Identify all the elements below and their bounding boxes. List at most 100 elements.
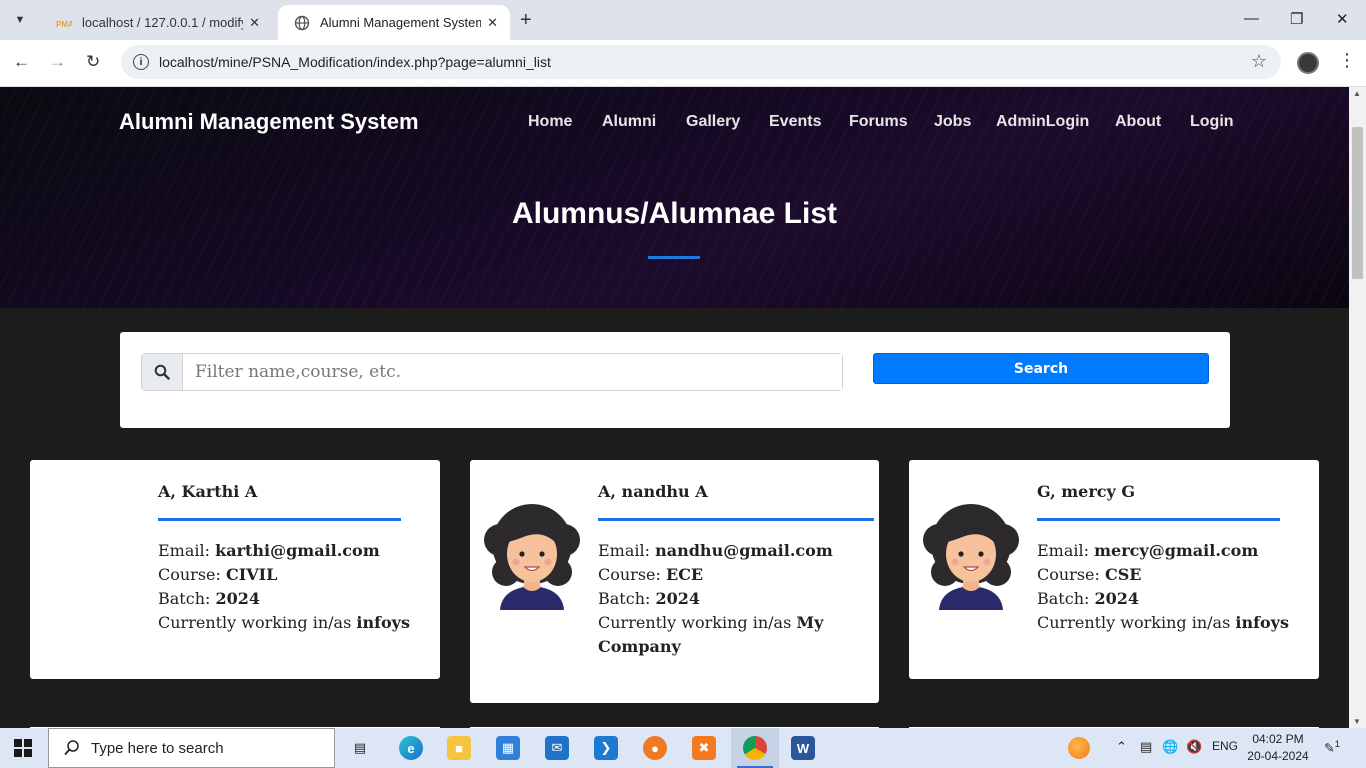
show-hidden-icons-chevron-icon[interactable]: ⌃ — [1116, 739, 1127, 755]
back-arrow-icon[interactable]: ← — [13, 52, 30, 72]
menu-forums[interactable]: Forums — [849, 113, 908, 131]
course-label: Course: — [598, 565, 661, 584]
svg-text:PMA: PMA — [56, 20, 72, 29]
word-icon[interactable]: W — [791, 736, 815, 760]
alumni-email: mercy@gmail.com — [1094, 541, 1259, 560]
windows-start-icon[interactable] — [14, 739, 32, 757]
microsoft-store-icon[interactable]: ▦ — [496, 736, 520, 760]
alumni-details: Email: mercy@gmail.com Course: CSE Batch… — [1037, 539, 1299, 635]
title-divider — [648, 256, 700, 259]
scrollbar-thumb[interactable] — [1352, 127, 1363, 279]
address-bar[interactable]: i localhost/mine/PSNA_Modification/index… — [121, 45, 1281, 79]
browser-menu-icon[interactable]: ⋮ — [1338, 50, 1356, 71]
alumni-email: nandhu@gmail.com — [655, 541, 833, 560]
name-divider — [158, 518, 401, 521]
phpmyadmin-icon: PMA — [56, 15, 72, 31]
email-label: Email: — [158, 541, 211, 560]
menu-about[interactable]: About — [1115, 113, 1161, 131]
tab-search-chevron-icon[interactable]: ▼ — [8, 8, 32, 32]
taskbar-search-placeholder: Type here to search — [91, 739, 224, 757]
batch-label: Batch: — [598, 589, 651, 608]
forward-arrow-icon[interactable]: → — [49, 52, 66, 72]
volume-muted-icon[interactable]: 🔇 — [1186, 739, 1202, 755]
edge-icon[interactable]: e — [399, 736, 423, 760]
notification-center-icon[interactable]: ✎1 — [1324, 739, 1340, 756]
globe-icon — [294, 15, 310, 31]
alumni-card: A, nandhu A Email: nandhu@gmail.com Cour… — [470, 460, 879, 703]
firefox-like-icon[interactable]: ● — [643, 736, 667, 760]
alumni-working: infoys — [356, 613, 410, 632]
bookmark-star-icon[interactable]: ☆ — [1251, 51, 1267, 72]
network-globe-icon[interactable]: 🌐 — [1162, 739, 1178, 755]
vscode-icon[interactable]: ❯ — [594, 736, 618, 760]
window-close-icon[interactable]: ✕ — [1336, 10, 1349, 28]
profile-avatar[interactable] — [1297, 52, 1319, 74]
batch-label: Batch: — [1037, 589, 1090, 608]
alumni-course: ECE — [666, 565, 704, 584]
alumni-name: G, mercy G — [1037, 482, 1136, 501]
alumni-name: A, nandhu A — [598, 482, 708, 501]
xampp-icon[interactable]: ✖ — [692, 736, 716, 760]
chrome-icon[interactable] — [743, 736, 767, 760]
url-text: localhost/mine/PSNA_Modification/index.p… — [159, 54, 551, 70]
alumni-batch: 2024 — [1094, 589, 1140, 608]
menu-gallery[interactable]: Gallery — [686, 113, 740, 131]
search-group — [141, 353, 843, 391]
taskbar-clock[interactable]: 04:02 PM 20-04-2024 — [1246, 731, 1310, 765]
alumni-name: A, Karthi A — [158, 482, 258, 501]
hero-header: Alumni Management System Home Alumni Gal… — [0, 87, 1349, 308]
menu-alumni[interactable]: Alumni — [602, 113, 656, 131]
page-viewport: Alumni Management System Home Alumni Gal… — [0, 87, 1349, 728]
menu-adminlogin[interactable]: AdminLogin — [996, 113, 1089, 131]
alumni-batch: 2024 — [215, 589, 261, 608]
alumni-details: Email: karthi@gmail.com Course: CIVIL Ba… — [158, 539, 418, 635]
menu-login[interactable]: Login — [1190, 113, 1234, 131]
alumni-card: G, mercy G Email: mercy@gmail.com Course… — [909, 460, 1319, 679]
language-indicator[interactable]: ENG — [1212, 739, 1238, 753]
email-label: Email: — [598, 541, 651, 560]
scroll-up-icon[interactable]: ▲ — [1353, 89, 1361, 98]
search-card: Search — [120, 332, 1230, 428]
site-info-icon[interactable]: i — [133, 54, 149, 70]
file-explorer-icon[interactable]: ■ — [447, 736, 471, 760]
tab-title: Alumni Management System — [320, 15, 482, 30]
tab-phpmyadmin[interactable]: PMA localhost / 127.0.0.1 / modifyal ✕ — [40, 5, 272, 40]
menu-jobs[interactable]: Jobs — [934, 113, 971, 131]
windows-taskbar: Type here to search ▤ e ■ ▦ ✉ ❯ ● ✖ W ⌃ … — [0, 728, 1366, 768]
minimize-icon[interactable]: — — [1244, 10, 1259, 27]
restore-icon[interactable]: ❐ — [1290, 10, 1303, 28]
reload-icon[interactable]: ↻ — [86, 52, 100, 72]
alumni-email: karthi@gmail.com — [215, 541, 380, 560]
scroll-down-icon[interactable]: ▼ — [1353, 717, 1361, 726]
search-icon — [142, 354, 183, 390]
female-avatar-icon — [484, 504, 580, 610]
tab-close-icon[interactable]: ✕ — [249, 15, 260, 31]
alumni-course: CSE — [1105, 565, 1142, 584]
meet-now-icon[interactable]: ▤ — [1140, 739, 1152, 755]
tab-title: localhost / 127.0.0.1 / modifyal — [82, 15, 244, 30]
tab-alumni-management[interactable]: Alumni Management System ✕ — [278, 5, 510, 40]
name-divider — [598, 518, 874, 521]
notification-count: 1 — [1334, 739, 1340, 749]
new-tab-plus-icon[interactable]: + — [520, 9, 532, 31]
email-label: Email: — [1037, 541, 1090, 560]
clock-date: 20-04-2024 — [1247, 749, 1309, 763]
course-label: Course: — [1037, 565, 1100, 584]
batch-label: Batch: — [158, 589, 211, 608]
taskbar-search[interactable]: Type here to search — [48, 728, 335, 768]
task-view-icon[interactable]: ▤ — [348, 736, 372, 760]
search-button[interactable]: Search — [873, 353, 1209, 384]
alumni-card: A, Karthi A Email: karthi@gmail.com Cour… — [30, 460, 440, 679]
menu-events[interactable]: Events — [769, 113, 821, 131]
course-label: Course: — [158, 565, 221, 584]
mail-icon[interactable]: ✉ — [545, 736, 569, 760]
female-avatar-icon — [923, 504, 1019, 610]
working-label: Currently working in/as — [598, 613, 792, 632]
weather-icon[interactable] — [1068, 737, 1090, 759]
working-label: Currently working in/as — [158, 613, 352, 632]
site-brand[interactable]: Alumni Management System — [119, 109, 419, 135]
filter-input[interactable] — [183, 354, 842, 390]
tab-close-icon[interactable]: ✕ — [487, 15, 498, 31]
menu-home[interactable]: Home — [528, 113, 572, 131]
page-scrollbar[interactable]: ▲ ▼ — [1349, 87, 1366, 728]
